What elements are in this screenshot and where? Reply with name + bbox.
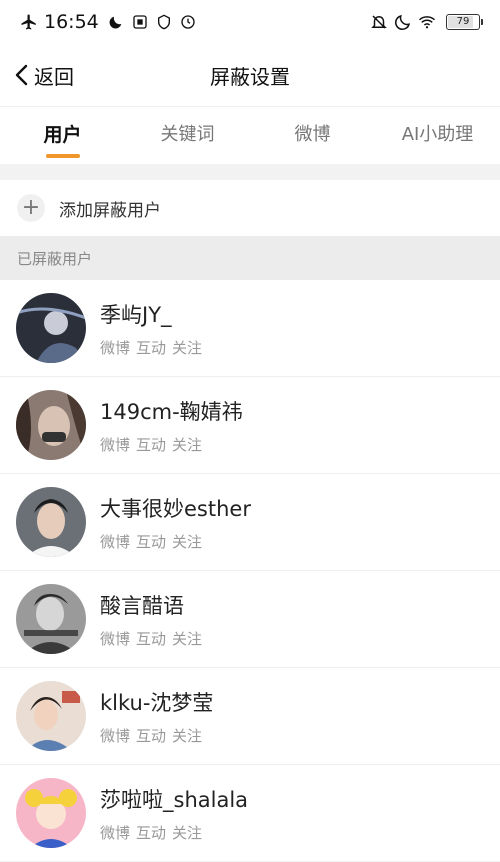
- list-item[interactable]: 莎啦啦_shalala 微博 互动 关注: [0, 765, 500, 862]
- scope-follow: 关注: [172, 823, 203, 842]
- scope-weibo: 微博: [100, 435, 131, 454]
- scope-interaction: 互动: [136, 726, 167, 745]
- user-info: 149cm-鞠婧祎 微博 互动 关注: [100, 396, 243, 455]
- tab-label: 微博: [294, 124, 331, 145]
- user-info: 酸言醋语 微博 互动 关注: [100, 590, 208, 649]
- scope-follow: 关注: [172, 726, 203, 745]
- scope-weibo: 微博: [100, 726, 131, 745]
- tab-label: 用户: [43, 124, 82, 146]
- tab-weibo[interactable]: 微博: [250, 106, 375, 164]
- battery-level: 79: [456, 16, 470, 27]
- tab-ai-assistant[interactable]: AI小助理: [375, 106, 500, 164]
- wifi-icon: [418, 13, 436, 31]
- scope-follow: 关注: [172, 532, 203, 551]
- list-item[interactable]: klku-沈梦莹 微博 互动 关注: [0, 668, 500, 765]
- chevron-left-icon: [15, 64, 28, 86]
- scope-weibo: 微博: [100, 823, 131, 842]
- tab-bar: 用户 关键词 微博 AI小助理: [0, 106, 500, 164]
- avatar[interactable]: [16, 681, 86, 751]
- scope-follow: 关注: [172, 338, 203, 357]
- plus-icon: +: [17, 194, 45, 222]
- user-block-scopes: 微博 互动 关注: [100, 434, 243, 455]
- user-info: 大事很妙esther 微博 互动 关注: [100, 493, 251, 552]
- user-info: 莎啦啦_shalala 微博 互动 关注: [100, 784, 248, 843]
- nav-bar: 返回 屏蔽设置: [0, 44, 500, 107]
- status-time: 16:54: [44, 11, 99, 33]
- tab-keywords[interactable]: 关键词: [125, 106, 250, 164]
- user-name: klku-沈梦莹: [100, 690, 214, 715]
- list-item[interactable]: 酸言醋语 微博 互动 关注: [0, 571, 500, 668]
- battery-indicator: 79: [446, 14, 483, 30]
- moon-icon: [394, 13, 412, 31]
- tab-active-indicator: [45, 154, 80, 158]
- scope-weibo: 微博: [100, 532, 131, 551]
- user-name: 149cm-鞠婧祎: [100, 399, 243, 424]
- add-blocked-user-label: 添加屏蔽用户: [59, 200, 161, 221]
- avatar[interactable]: [16, 293, 86, 363]
- user-block-scopes: 微博 互动 关注: [100, 531, 251, 552]
- section-header-blocked-users: 已屏蔽用户: [0, 236, 500, 280]
- blocked-user-list: 季屿JY_ 微博 互动 关注 149cm-鞠婧祎 微博 互动 关注 大事很妙es…: [0, 280, 500, 862]
- avatar[interactable]: [16, 778, 86, 848]
- scope-interaction: 互动: [136, 629, 167, 648]
- scope-interaction: 互动: [136, 532, 167, 551]
- moon-icon: [107, 13, 125, 31]
- scope-weibo: 微博: [100, 629, 131, 648]
- user-block-scopes: 微博 互动 关注: [100, 725, 213, 746]
- add-blocked-user-button[interactable]: + 添加屏蔽用户: [0, 180, 500, 236]
- scope-interaction: 互动: [136, 338, 167, 357]
- user-info: 季屿JY_ 微博 互动 关注: [100, 299, 208, 358]
- scope-follow: 关注: [172, 435, 203, 454]
- status-left: 16:54: [20, 11, 197, 33]
- user-block-scopes: 微博 互动 关注: [100, 628, 208, 649]
- nfc-icon: [131, 13, 149, 31]
- list-item[interactable]: 季屿JY_ 微博 互动 关注: [0, 280, 500, 377]
- airplane-mode-icon: [20, 13, 38, 31]
- status-right: 79: [370, 13, 483, 31]
- shield-icon: [155, 13, 173, 31]
- bell-muted-icon: [370, 13, 388, 31]
- scope-interaction: 互动: [136, 435, 167, 454]
- user-name: 莎啦啦_shalala: [100, 787, 249, 812]
- tab-label: AI小助理: [401, 124, 474, 145]
- clock-icon: [179, 13, 197, 31]
- user-name: 酸言醋语: [100, 593, 184, 618]
- user-info: klku-沈梦莹 微博 互动 关注: [100, 687, 213, 746]
- list-item[interactable]: 大事很妙esther 微博 互动 关注: [0, 474, 500, 571]
- user-name: 大事很妙esther: [100, 496, 251, 521]
- back-button[interactable]: 返回: [14, 44, 74, 106]
- status-bar: 16:54 79: [0, 0, 500, 44]
- scope-follow: 关注: [172, 629, 203, 648]
- avatar[interactable]: [16, 584, 86, 654]
- page-title: 屏蔽设置: [210, 64, 290, 89]
- user-name: 季屿JY_: [100, 302, 172, 327]
- user-block-scopes: 微博 互动 关注: [100, 337, 208, 358]
- scope-interaction: 互动: [136, 823, 167, 842]
- tab-label: 关键词: [160, 124, 215, 145]
- avatar[interactable]: [16, 487, 86, 557]
- divider: [0, 164, 500, 180]
- back-label: 返回: [34, 64, 74, 89]
- avatar[interactable]: [16, 390, 86, 460]
- scope-weibo: 微博: [100, 338, 131, 357]
- tab-users[interactable]: 用户: [0, 106, 125, 164]
- user-block-scopes: 微博 互动 关注: [100, 822, 248, 843]
- list-item[interactable]: 149cm-鞠婧祎 微博 互动 关注: [0, 377, 500, 474]
